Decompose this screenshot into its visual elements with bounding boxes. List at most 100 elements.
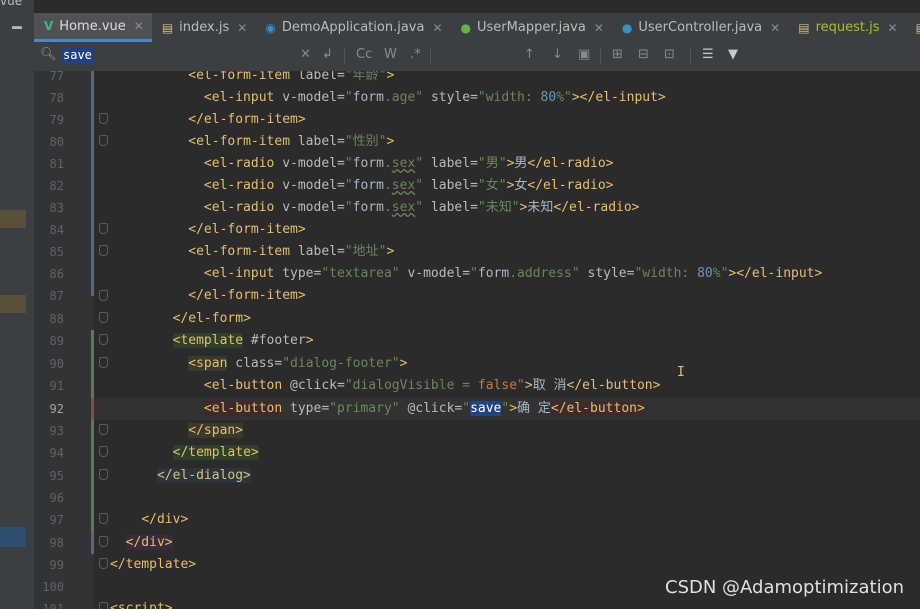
fold-marker-icon[interactable]	[99, 245, 108, 256]
fold-marker-icon[interactable]	[99, 223, 108, 234]
project-label: vue	[0, 0, 23, 8]
tab-label: UserController.java	[638, 20, 763, 35]
left-tool-strip: vue ━	[0, 0, 34, 609]
code-line: </div>	[141, 512, 189, 527]
tab-home-vue[interactable]: V Home.vue ✕	[34, 13, 152, 42]
tab-label: index.js	[179, 20, 230, 35]
divider	[690, 48, 691, 64]
scroll-marker	[0, 295, 26, 313]
line-number: 94	[49, 446, 64, 460]
line-number: 80	[49, 135, 64, 149]
code-editor[interactable]: 77 78 79 80 81 82 83 84 85 86 87 88 89 9…	[34, 71, 920, 609]
line-number: 89	[49, 334, 64, 348]
words-toggle[interactable]: W	[384, 47, 397, 62]
tab-request-js[interactable]: ▤ request.js ✕	[788, 13, 905, 42]
tab-user-mapper[interactable]: ● UserMapper.java ✕	[451, 13, 612, 42]
close-icon[interactable]: ✕	[888, 21, 898, 35]
find-bar: 🔍︎ save ✕ ↲ Cc W .* ↑ ↓ ▣ ⊞ ⊟ ⊡ ☰ ▼	[34, 42, 920, 72]
line-number: 88	[49, 312, 64, 326]
close-icon[interactable]: ✕	[770, 21, 780, 35]
collapse-icon[interactable]: ━	[12, 18, 22, 37]
code-line: </el-form>	[172, 311, 251, 326]
code-line: <el-input v-model="form.age" style="widt…	[203, 90, 666, 105]
filter-options-icon[interactable]: ☰	[702, 47, 714, 62]
filter-icon[interactable]: ▼	[728, 47, 738, 62]
fold-marker-icon[interactable]	[99, 469, 108, 480]
line-number: 101	[42, 602, 64, 609]
divider	[600, 48, 601, 64]
js-file-icon: ▤	[798, 20, 810, 35]
line-number: 86	[49, 267, 64, 281]
fold-marker-icon[interactable]	[99, 334, 108, 345]
code-line: <el-radio v-model="form.sex" label="男">男…	[203, 156, 614, 171]
match-case-toggle[interactable]: Cc	[356, 47, 372, 62]
search-input[interactable]: save	[62, 48, 93, 64]
line-number: 87	[49, 289, 64, 303]
code-line: <template #footer>	[172, 333, 314, 348]
line-number: 96	[49, 491, 64, 505]
tab-user-controller[interactable]: ● UserController.java ✕	[612, 13, 788, 42]
close-icon[interactable]: ✕	[237, 21, 247, 35]
code-line: </el-dialog>	[156, 468, 251, 483]
fold-marker-icon[interactable]	[99, 446, 108, 457]
vcs-change-marker	[91, 532, 94, 554]
js-file-icon: ▤	[161, 20, 174, 35]
code-line: <el-radio v-model="form.sex" label="女">女…	[203, 178, 614, 193]
code-line: </el-form-item>	[188, 288, 306, 303]
add-selection-icon[interactable]: ⊞	[612, 47, 623, 62]
remove-selection-icon[interactable]: ⊟	[638, 47, 649, 62]
fold-marker-icon[interactable]	[99, 602, 108, 609]
spring-class-icon: ◉	[265, 20, 276, 35]
fold-marker-icon[interactable]	[99, 513, 108, 524]
fold-marker-icon[interactable]	[99, 312, 108, 323]
interface-icon: ●	[460, 20, 471, 35]
fold-marker-icon[interactable]	[99, 135, 108, 146]
tab-more[interactable]: ▤	[906, 13, 920, 42]
regex-toggle[interactable]: .*	[410, 47, 421, 62]
scroll-marker	[0, 527, 26, 547]
previous-occurrence-icon[interactable]: ↑	[524, 47, 535, 62]
fold-marker-icon[interactable]	[99, 536, 108, 547]
line-number: 100	[42, 580, 64, 594]
line-number: 78	[49, 91, 64, 105]
close-icon[interactable]: ✕	[594, 21, 604, 35]
fold-marker-icon[interactable]	[99, 558, 108, 569]
line-number: 85	[49, 245, 64, 259]
watermark: CSDN @Adamoptimization	[665, 577, 905, 598]
line-number: 98	[49, 536, 64, 550]
code-line: </div>	[125, 535, 173, 550]
code-line: </el-form-item>	[188, 222, 306, 237]
code-line: <el-form-item label="年龄">	[188, 71, 395, 83]
fold-marker-icon[interactable]	[99, 113, 108, 124]
tab-label: request.js	[815, 20, 880, 35]
vcs-change-marker	[91, 330, 94, 532]
fold-marker-icon[interactable]	[99, 290, 108, 301]
fold-marker-icon[interactable]	[99, 357, 108, 368]
vcs-change-marker	[91, 71, 94, 296]
line-number: 91	[49, 379, 64, 393]
new-line-icon[interactable]: ↲	[322, 47, 333, 62]
code-line: <el-input type="textarea" v-model="form.…	[203, 266, 823, 281]
code-line: <script>	[110, 601, 173, 609]
divider	[344, 48, 345, 64]
code-line: </template>	[172, 445, 259, 460]
next-occurrence-icon[interactable]: ↓	[552, 47, 563, 62]
close-icon[interactable]: ✕	[432, 21, 442, 35]
vue-file-icon: V	[44, 19, 54, 33]
tab-index-js[interactable]: ▤ index.js ✕	[152, 13, 256, 42]
line-number: 84	[49, 223, 64, 237]
line-number: 77	[49, 71, 64, 83]
clear-icon[interactable]: ✕	[300, 47, 311, 62]
search-icon[interactable]: 🔍︎	[40, 47, 57, 62]
line-number: 99	[49, 558, 64, 572]
select-all-icon[interactable]: ⊡	[664, 47, 675, 62]
close-icon[interactable]: ✕	[134, 19, 144, 33]
code-line: </el-form-item>	[188, 112, 306, 127]
select-all-occurrences-icon[interactable]: ▣	[578, 47, 590, 62]
line-number: 97	[49, 513, 64, 527]
tab-demo-application[interactable]: ◉ DemoApplication.java ✕	[255, 13, 450, 42]
code-line: <el-form-item label="性别">	[188, 134, 395, 149]
code-line: <el-button @click="dialogVisible = false…	[203, 378, 661, 393]
fold-marker-icon[interactable]	[99, 424, 108, 435]
